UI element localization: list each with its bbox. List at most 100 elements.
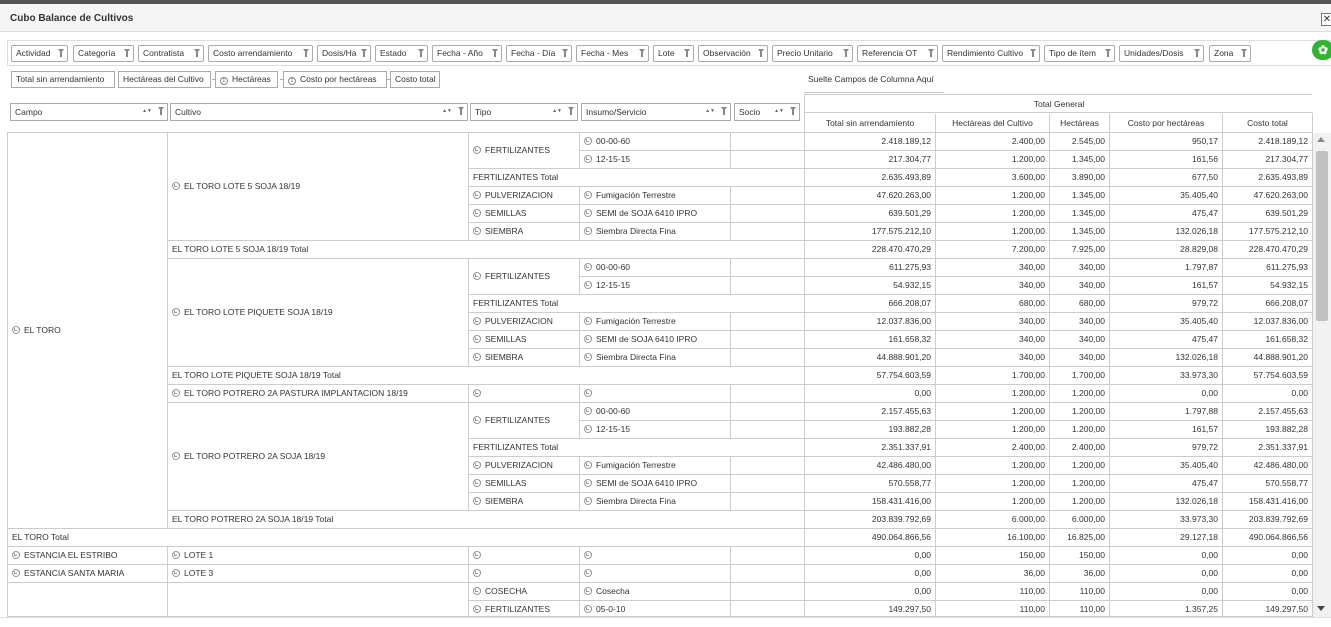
value-field-3[interactable]: Σ Costo por hectáreas <box>283 71 387 88</box>
expand-icon[interactable] <box>172 551 180 559</box>
measure-header-1[interactable]: Hectáreas del Cultivo <box>936 114 1050 133</box>
expand-icon[interactable] <box>584 137 592 145</box>
row-field-0[interactable]: Campo ▲▼ <box>10 103 168 121</box>
filter-icon[interactable] <box>1194 49 1200 57</box>
filter-chip-10[interactable]: Observación <box>698 45 768 62</box>
filter-icon[interactable] <box>303 49 309 57</box>
filter-icon[interactable] <box>418 49 424 57</box>
value-field-4[interactable]: Costo total <box>390 71 440 88</box>
settings-icon[interactable]: ✿ <box>1312 40 1331 60</box>
filter-icon[interactable] <box>843 49 849 57</box>
expand-icon[interactable] <box>473 479 481 487</box>
filter-chip-1[interactable]: Categoría <box>73 45 134 62</box>
filter-icon[interactable] <box>721 107 727 115</box>
scroll-thumb[interactable] <box>1316 151 1328 321</box>
expand-icon[interactable] <box>172 182 180 190</box>
expand-icon[interactable] <box>473 551 481 559</box>
expand-icon[interactable] <box>473 461 481 469</box>
filter-chip-14[interactable]: Tipo de ítem <box>1044 45 1115 62</box>
expand-icon[interactable] <box>172 389 180 397</box>
close-button[interactable]: ✕ <box>1321 13 1331 26</box>
expand-icon[interactable] <box>584 353 592 361</box>
filter-chip-8[interactable]: Fecha - Mes <box>576 45 649 62</box>
filter-chip-16[interactable]: Zona <box>1209 45 1251 62</box>
expand-icon[interactable] <box>584 317 592 325</box>
filter-icon[interactable] <box>562 49 568 57</box>
expand-icon[interactable] <box>473 416 481 424</box>
sort-icon[interactable]: ▲▼ <box>552 107 562 115</box>
filter-chip-0[interactable]: Actividad <box>11 45 68 62</box>
expand-icon[interactable] <box>584 155 592 163</box>
filter-chip-6[interactable]: Fecha - Año <box>432 45 502 62</box>
sort-icon[interactable]: ▲▼ <box>142 107 152 115</box>
row-field-1[interactable]: Cultivo ▲▼ <box>170 103 468 121</box>
expand-icon[interactable] <box>12 569 20 577</box>
filter-chip-5[interactable]: Estado <box>375 45 428 62</box>
sort-icon[interactable]: ▲▼ <box>774 107 784 115</box>
expand-icon[interactable] <box>473 335 481 343</box>
expand-icon[interactable] <box>473 569 481 577</box>
expand-icon[interactable] <box>473 209 481 217</box>
expand-icon[interactable] <box>584 281 592 289</box>
filter-chip-3[interactable]: Costo arrendamiento <box>208 45 313 62</box>
sort-icon[interactable]: ▲▼ <box>705 107 715 115</box>
filter-chip-11[interactable]: Precio Unitario <box>772 45 853 62</box>
vertical-scrollbar[interactable] <box>1313 133 1331 617</box>
filter-chip-4[interactable]: Dosis/Ha <box>317 45 371 62</box>
expand-icon[interactable] <box>473 389 481 397</box>
filter-chip-12[interactable]: Referencia OT <box>857 45 938 62</box>
expand-icon[interactable] <box>584 461 592 469</box>
expand-icon[interactable] <box>12 551 20 559</box>
expand-icon[interactable] <box>172 452 180 460</box>
expand-icon[interactable] <box>584 605 592 613</box>
expand-icon[interactable] <box>584 569 592 577</box>
expand-icon[interactable] <box>584 425 592 433</box>
expand-icon[interactable] <box>172 308 180 316</box>
expand-icon[interactable] <box>172 569 180 577</box>
filter-chip-2[interactable]: Contratista <box>138 45 204 62</box>
expand-icon[interactable] <box>473 317 481 325</box>
filter-chip-15[interactable]: Unidades/Dosis <box>1119 45 1204 62</box>
filter-icon[interactable] <box>790 107 796 115</box>
expand-icon[interactable] <box>473 587 481 595</box>
expand-icon[interactable] <box>584 335 592 343</box>
value-field-0[interactable]: Total sin arrendamiento <box>11 71 115 88</box>
filter-chip-7[interactable]: Fecha - Día <box>506 45 572 62</box>
filter-chip-13[interactable]: Rendimiento Cultivo <box>942 45 1040 62</box>
expand-icon[interactable] <box>584 551 592 559</box>
expand-icon[interactable] <box>473 497 481 505</box>
filter-icon[interactable] <box>1030 49 1036 57</box>
row-field-4[interactable]: Socio ▲▼ <box>734 103 800 121</box>
expand-icon[interactable] <box>584 389 592 397</box>
filter-icon[interactable] <box>158 107 164 115</box>
value-field-1[interactable]: Hectáreas del Cultivo <box>118 71 211 88</box>
filter-icon[interactable] <box>458 107 464 115</box>
value-field-2[interactable]: Σ Hectáreas <box>215 71 278 88</box>
filter-chip-9[interactable]: Lote <box>653 45 694 62</box>
expand-icon[interactable] <box>584 407 592 415</box>
filter-icon[interactable] <box>194 49 200 57</box>
filter-icon[interactable] <box>758 49 764 57</box>
row-field-2[interactable]: Tipo ▲▼ <box>470 103 578 121</box>
filter-icon[interactable] <box>1241 49 1247 57</box>
scroll-down-icon[interactable] <box>1317 606 1325 611</box>
sort-icon[interactable]: ▲▼ <box>442 107 452 115</box>
expand-icon[interactable] <box>584 191 592 199</box>
expand-icon[interactable] <box>584 587 592 595</box>
measure-header-2[interactable]: Hectáreas <box>1050 114 1110 133</box>
expand-icon[interactable] <box>584 209 592 217</box>
filter-icon[interactable] <box>492 49 498 57</box>
filter-icon[interactable] <box>928 49 934 57</box>
measure-header-4[interactable]: Costo total <box>1223 114 1313 133</box>
filter-icon[interactable] <box>1105 49 1111 57</box>
filter-icon[interactable] <box>124 49 130 57</box>
expand-icon[interactable] <box>473 605 481 613</box>
expand-icon[interactable] <box>584 263 592 271</box>
filter-icon[interactable] <box>58 49 64 57</box>
expand-icon[interactable] <box>473 353 481 361</box>
row-field-3[interactable]: Insumo/Servicio ▲▼ <box>581 103 731 121</box>
expand-icon[interactable] <box>473 272 481 280</box>
filter-icon[interactable] <box>639 49 645 57</box>
expand-icon[interactable] <box>584 227 592 235</box>
measure-header-0[interactable]: Total sin arrendamiento <box>805 114 936 133</box>
